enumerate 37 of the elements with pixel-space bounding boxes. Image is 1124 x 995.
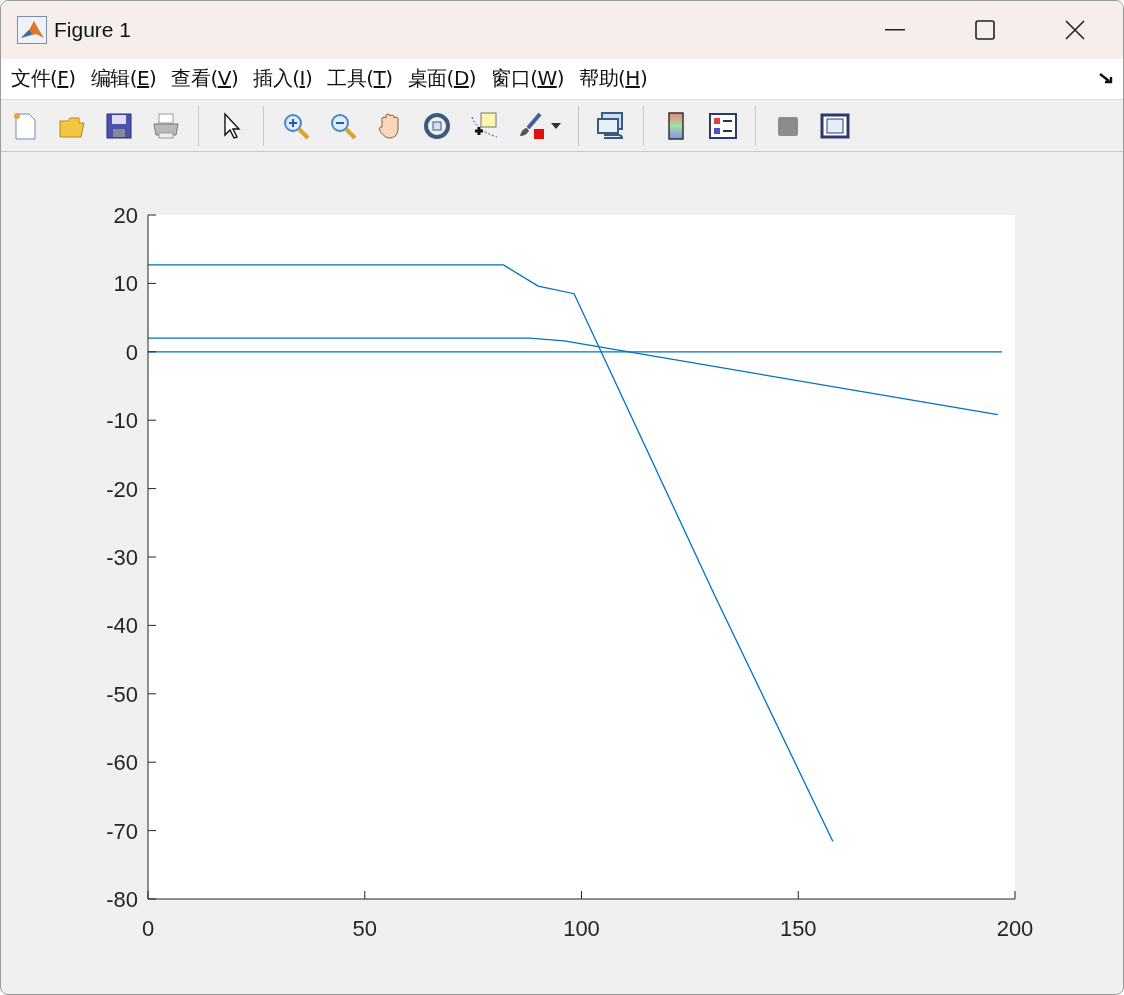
- y-tick-label: -60: [106, 750, 138, 776]
- y-tick-label: 0: [125, 339, 138, 365]
- dock-arrow-icon[interactable]: [1099, 72, 1113, 85]
- x-tick-label: 200: [996, 916, 1034, 941]
- x-tick-label: 150: [779, 916, 817, 941]
- minimize-icon[interactable]: [885, 28, 905, 31]
- caret-icon[interactable]: [551, 122, 561, 129]
- x-tick-label: 50: [352, 916, 377, 941]
- linked-windows-icon[interactable]: [596, 110, 626, 141]
- menu-item[interactable]: 插入(I): [253, 65, 313, 93]
- y-tick-label: 10: [113, 271, 138, 297]
- y-tick-label: -30: [106, 545, 138, 570]
- close-icon[interactable]: [1065, 19, 1085, 40]
- menu-item[interactable]: 文件(F): [11, 65, 76, 93]
- y-tick-label: -50: [106, 681, 138, 707]
- y-tick-label: -80: [106, 887, 138, 912]
- x-tick-label: 0: [141, 916, 155, 941]
- menu-item[interactable]: 窗口(W): [491, 65, 565, 93]
- y-tick-label: -70: [106, 818, 138, 844]
- menu-item[interactable]: 查看(V): [171, 65, 239, 93]
- menu-item[interactable]: 桌面(D): [407, 65, 477, 93]
- legend-icon[interactable]: [708, 110, 738, 141]
- app-icon: [17, 15, 47, 44]
- y-tick-label: -20: [106, 476, 138, 502]
- y-tick-label: -40: [106, 613, 138, 639]
- print-icon[interactable]: [151, 110, 181, 141]
- x-tick-label: 100: [563, 916, 600, 941]
- save-icon[interactable]: [104, 110, 134, 141]
- menu-item[interactable]: 编辑(E): [90, 65, 157, 93]
- y-tick-label: -10: [106, 408, 138, 434]
- menu-item[interactable]: 帮助(H): [579, 65, 648, 93]
- data-cursor-icon[interactable]: [469, 110, 499, 141]
- maximize-icon[interactable]: [975, 19, 995, 40]
- y-tick-label: 20: [113, 203, 138, 228]
- menu-item[interactable]: 工具(T): [327, 65, 393, 93]
- rotate-icon[interactable]: [422, 110, 452, 141]
- window-title: Figure 1: [54, 17, 132, 42]
